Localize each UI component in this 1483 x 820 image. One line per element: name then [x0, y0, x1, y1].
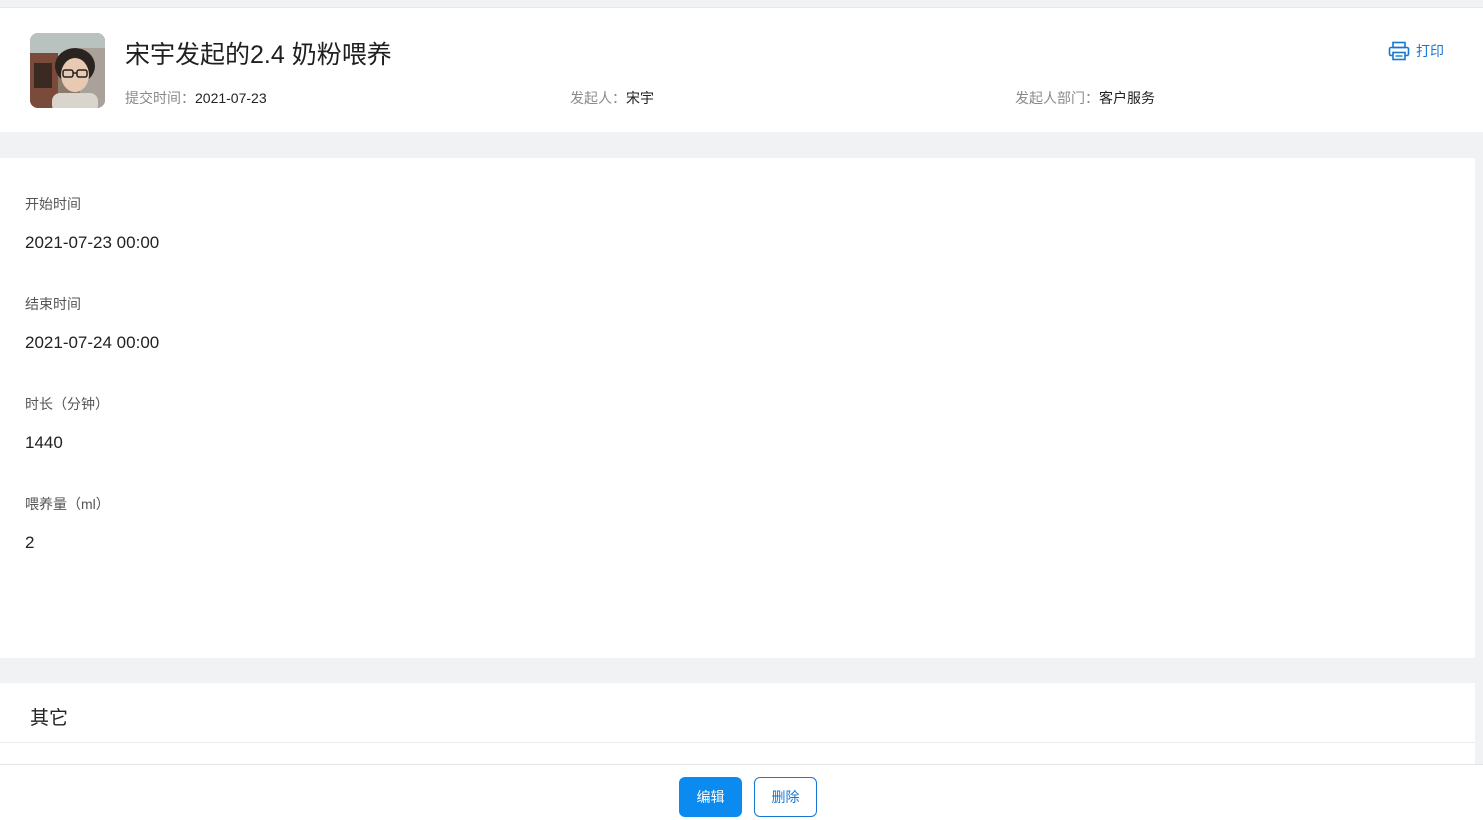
print-button[interactable]: 打印: [1388, 41, 1444, 61]
field-value-feeding-amount: 2: [25, 533, 35, 552]
field-label-start-time: 开始时间: [25, 196, 81, 212]
submit-time-value: 2021-07-23: [195, 90, 267, 106]
printer-icon: [1388, 41, 1410, 61]
edit-button[interactable]: 编辑: [679, 777, 742, 817]
initiator: 发起人：宋宇: [570, 88, 654, 108]
field-label-duration: 时长（分钟）: [25, 396, 109, 412]
submit-time: 提交时间：2021-07-23: [125, 88, 267, 108]
initiator-value: 宋宇: [626, 90, 654, 106]
avatar: [30, 33, 105, 108]
other-section: 其它: [0, 683, 1475, 773]
form-details: 开始时间 2021-07-23 00:00 结束时间 2021-07-24 00…: [0, 158, 1475, 658]
field-value-start-time: 2021-07-23 00:00: [25, 233, 160, 252]
approval-header: 宋宇发起的2.4 奶粉喂养 提交时间：2021-07-23 发起人：宋宇 发起人…: [0, 8, 1483, 132]
department-label: 发起人部门：: [1015, 90, 1099, 106]
section-divider: [0, 742, 1475, 743]
other-section-title: 其它: [30, 708, 69, 729]
field-label-feeding-amount: 喂养量（ml）: [25, 496, 110, 512]
department-value: 客户服务: [1099, 90, 1155, 106]
print-label: 打印: [1416, 43, 1444, 59]
submit-time-label: 提交时间：: [125, 90, 195, 106]
delete-button[interactable]: 删除: [754, 777, 817, 817]
scroll-gutter: [1475, 158, 1483, 764]
field-value-end-time: 2021-07-24 00:00: [25, 333, 160, 352]
page-title: 宋宇发起的2.4 奶粉喂养: [125, 41, 392, 69]
field-label-end-time: 结束时间: [25, 296, 81, 312]
action-bar: 编辑 删除: [0, 764, 1483, 820]
field-value-duration: 1440: [25, 433, 63, 452]
initiator-label: 发起人：: [570, 90, 626, 106]
department: 发起人部门：客户服务: [1015, 88, 1155, 108]
avatar-image: [30, 33, 105, 108]
